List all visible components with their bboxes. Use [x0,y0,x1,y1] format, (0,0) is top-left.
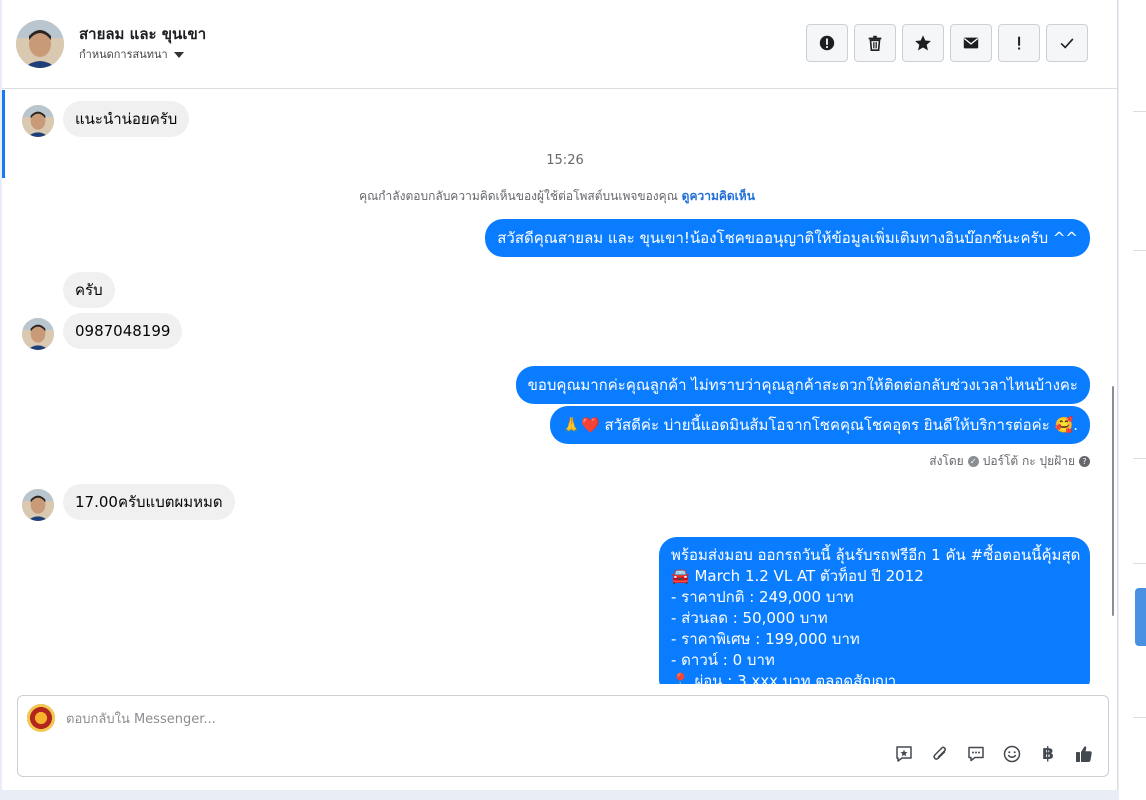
assign-conversation-dropdown[interactable]: กำหนดการสนทนา [79,45,184,63]
composer-toolbar: ฿ [892,742,1096,766]
view-comment-link[interactable]: ดูความคิดเห็น [682,189,755,203]
comment-icon[interactable] [964,742,988,766]
star-button[interactable] [902,24,944,62]
promo-line: - ส่วนลด : 50,000 บาท [671,609,828,627]
side-panel-toggle[interactable] [1135,588,1146,646]
contact-name[interactable]: สายลม และ ขุนเขา [79,22,206,46]
outgoing-message[interactable]: 🙏❤️ สวัสดีค่ะ บ่ายนี้แอดมินส้มโอจากโชคคุ… [550,406,1090,444]
alert-circle-icon [819,35,835,51]
header-actions [806,24,1088,62]
assign-label: กำหนดการสนทนา [79,48,168,61]
promo-line: - ราคาพิเศษ : 199,000 บาท [671,630,860,648]
verified-icon: ✓ [967,456,979,467]
right-sidebar-edge [1119,0,1146,800]
message-timestamp: 15:26 [546,153,584,168]
divider [1133,458,1146,459]
comment-reply-notice: คุณกำลังตอบกลับความคิดเห็นของผู้ใช้ต่อโพ… [2,187,1112,206]
promo-line: - ราคาปกติ : 249,000 บาท [671,588,854,606]
caret-down-icon [173,51,184,58]
sent-by-name[interactable]: ปอร์โต้ กะ ปุยฝ้าย [983,452,1075,471]
conversation-panel: สายลม และ ขุนเขา กำหนดการสนทนา แนะนำน่อย… [2,0,1118,790]
promo-line: 🚘 March 1.2 VL AT ตัวท็อป ปี 2012 [671,567,924,585]
reply-composer: ฿ [17,695,1109,777]
like-icon[interactable] [1072,742,1096,766]
incoming-message[interactable]: 0987048199 [63,313,183,349]
delete-button[interactable] [854,24,896,62]
emoji-icon[interactable] [1000,742,1024,766]
page-avatar [27,704,55,732]
report-spam-button[interactable] [806,24,848,62]
divider [1133,250,1146,251]
star-icon [915,35,931,51]
divider [1133,563,1146,564]
attachment-icon[interactable] [928,742,952,766]
conversation-header: สายลม และ ขุนเขา กำหนดการสนทนา [2,0,1118,89]
sender-avatar[interactable] [22,318,54,350]
reply-input[interactable] [66,708,966,730]
promo-line: 📍 ผ่อน : 3,xxx บาท ตลอดสัญญา [671,672,897,684]
message-thread[interactable]: แนะนำน่อยครับ 15:26 คุณกำลังตอบกลับความค… [2,90,1118,684]
exclamation-icon [1018,36,1021,50]
sent-by-label: ส่งโดย ✓ ปอร์โต้ กะ ปุยฝ้าย ? [929,452,1090,471]
sender-avatar[interactable] [22,489,54,521]
promo-line: - ดาวน์ : 0 บาท [671,651,775,669]
incoming-message[interactable]: 17.00ครับแบตผมหมด [63,484,235,520]
trash-icon [868,35,882,52]
notice-text: คุณกำลังตอบกลับความคิดเห็นของผู้ใช้ต่อโพ… [359,189,682,203]
checkmark-icon [1060,38,1074,49]
divider [1133,111,1146,112]
contact-avatar[interactable] [16,20,64,68]
outgoing-message[interactable]: ขอบคุณมากค่ะคุณลูกค้า ไม่ทราบว่าคุณลูกค้… [515,366,1090,404]
payment-icon[interactable]: ฿ [1036,742,1060,766]
outgoing-message[interactable]: สวัสดีคุณสายลม และ ขุนเขา!น้องโชคขออนุญา… [485,219,1090,257]
incoming-message[interactable]: แนะนำน่อยครับ [63,101,190,137]
help-icon[interactable]: ? [1079,456,1090,467]
outgoing-promo-message[interactable]: พร้อมส่งมอบ ออกรถวันนี้ ลุ้นรับรถฟรีอีก … [659,537,1090,684]
promo-line: พร้อมส่งมอบ ออกรถวันนี้ ลุ้นรับรถฟรีอีก … [671,546,1081,564]
sent-by-prefix: ส่งโดย [929,454,964,468]
incoming-message[interactable]: ครับ [63,272,115,308]
scrollbar-thumb[interactable] [1112,386,1114,616]
saved-reply-icon[interactable] [892,742,916,766]
mark-done-button[interactable] [1046,24,1088,62]
divider [1133,717,1146,718]
follow-up-button[interactable] [998,24,1040,62]
sender-avatar[interactable] [22,105,54,137]
mark-unread-button[interactable] [950,24,992,62]
envelope-icon [963,37,979,49]
